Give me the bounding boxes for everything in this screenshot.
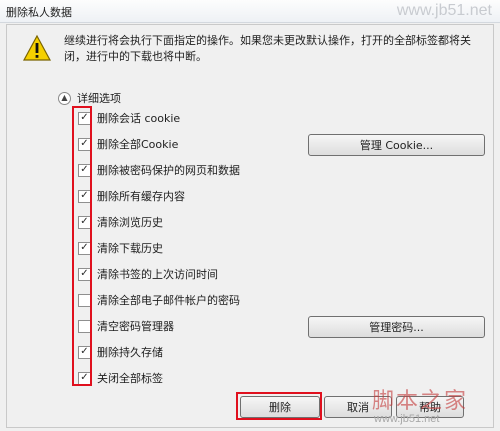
option-label: 删除持久存储 <box>97 346 163 359</box>
option-label: 删除全部Cookie <box>97 138 179 151</box>
warning-icon <box>22 34 52 61</box>
option-all-cookie[interactable]: ✓ 删除全部Cookie <box>78 137 178 151</box>
option-password-manager[interactable]: 清空密码管理器 <box>78 319 174 333</box>
warning-message: 继续进行将会执行下面指定的操作。如果您未更改默认操作，打开的全部标签都将关闭，进… <box>64 34 471 63</box>
option-protected-pages[interactable]: ✓ 删除被密码保护的网页和数据 <box>78 163 240 177</box>
option-label: 关闭全部标签 <box>97 372 163 385</box>
option-label: 清空密码管理器 <box>97 320 174 333</box>
watermark-bottom: 脚本之家 www.jb51.net <box>372 383 498 429</box>
option-label: 清除全部电子邮件帐户的密码 <box>97 294 240 307</box>
window-title: 删除私人数据 <box>6 6 72 19</box>
option-label: 删除所有缓存内容 <box>97 190 185 203</box>
option-label: 清除书签的上次访问时间 <box>97 268 218 281</box>
option-label: 删除会话 cookie <box>97 112 181 125</box>
highlight-checkboxes <box>72 106 92 386</box>
option-email-passwords[interactable]: 清除全部电子邮件帐户的密码 <box>78 293 240 307</box>
title-bar: 删除私人数据 www.jb51.net <box>0 0 500 23</box>
watermark-url: www.jb51.net <box>374 413 440 425</box>
option-cache[interactable]: ✓ 删除所有缓存内容 <box>78 189 185 203</box>
manage-password-button[interactable]: 管理密码... <box>308 316 485 338</box>
watermark-top: www.jb51.net <box>396 2 492 19</box>
option-bookmark-visit-time[interactable]: ✓ 清除书签的上次访问时间 <box>78 267 218 281</box>
details-toggle[interactable]: ▲ 详细选项 <box>58 91 121 105</box>
details-toggle-label: 详细选项 <box>77 92 121 105</box>
option-label: 清除下载历史 <box>97 242 163 255</box>
manage-cookie-button[interactable]: 管理 Cookie... <box>308 134 485 156</box>
option-label: 删除被密码保护的网页和数据 <box>97 164 240 177</box>
option-session-cookie[interactable]: ✓ 删除会话 cookie <box>78 111 180 125</box>
chevron-up-icon[interactable]: ▲ <box>58 91 71 105</box>
option-label: 清除浏览历史 <box>97 216 163 229</box>
highlight-delete <box>236 392 322 420</box>
watermark-cn: 脚本之家 <box>372 389 469 414</box>
